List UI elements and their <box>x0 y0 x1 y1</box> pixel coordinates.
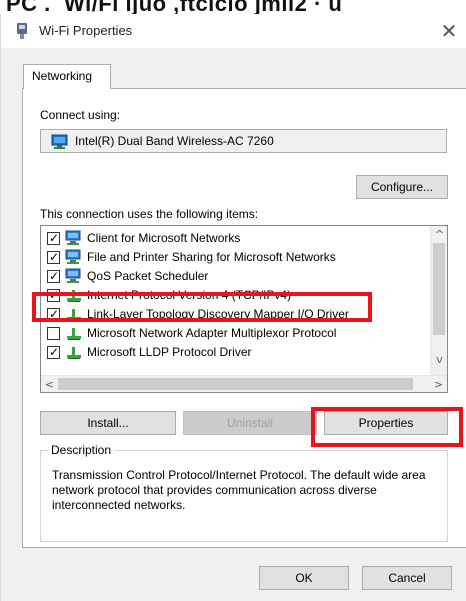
vertical-scrollbar[interactable]: ^ v <box>430 226 447 375</box>
adapter-field: Intel(R) Dual Band Wireless-AC 7260 <box>40 129 447 153</box>
list-item[interactable]: ✓ Client for Microsoft Networks <box>43 229 435 248</box>
vertical-scroll-thumb[interactable] <box>433 243 445 335</box>
protocol-icon <box>67 347 81 359</box>
item-label: Microsoft LLDP Protocol Driver <box>87 345 252 359</box>
item-label: File and Printer Sharing for Microsoft N… <box>87 250 336 264</box>
item-checkbox[interactable]: ✓ <box>47 231 60 245</box>
item-checkbox[interactable]: ✓ <box>47 250 60 264</box>
protocol-icon <box>67 290 81 302</box>
ok-button[interactable]: OK <box>259 566 349 590</box>
item-label: Link-Layer Topology Discovery Mapper I/O… <box>87 307 349 321</box>
list-item[interactable]: Microsoft Network Adapter Multiplexor Pr… <box>43 324 435 343</box>
description-group: Description Transmission Control Protoco… <box>40 443 448 542</box>
network-adapter-icon <box>17 23 27 39</box>
cropped-header-text: PC . Wi/Fi ljuo ,ftcicio jmli2 · u <box>0 0 466 14</box>
items-list-label: This connection uses the following items… <box>40 207 259 221</box>
uninstall-button[interactable]: Uninstall <box>183 411 317 435</box>
install-button[interactable]: Install... <box>40 411 176 435</box>
item-checkbox[interactable]: ✓ <box>47 307 60 321</box>
description-text: Transmission Control Protocol/Internet P… <box>52 468 426 512</box>
window-title: Wi-Fi Properties <box>39 23 133 38</box>
item-label: Internet Protocol Version 4 (TCP/IPv4) <box>87 288 292 302</box>
configure-button[interactable]: Configure... <box>356 175 448 199</box>
scroll-left-icon[interactable]: < <box>41 376 58 392</box>
item-label: Client for Microsoft Networks <box>87 231 241 245</box>
list-item[interactable]: ✓ File and Printer Sharing for Microsoft… <box>43 248 435 267</box>
protocol-icon <box>67 328 81 340</box>
description-title: Description <box>48 443 115 457</box>
connection-items-list[interactable]: ✓ Client for Microsoft Networks ✓ File a… <box>40 225 448 393</box>
item-label: Microsoft Network Adapter Multiplexor Pr… <box>87 326 337 340</box>
list-item[interactable]: ✓ Microsoft LLDP Protocol Driver <box>43 343 435 362</box>
list-item[interactable]: ✓ QoS Packet Scheduler <box>43 267 435 286</box>
scroll-up-icon[interactable]: ^ <box>431 226 447 243</box>
item-checkbox[interactable]: ✓ <box>47 269 60 283</box>
scroll-right-icon[interactable]: > <box>430 376 447 392</box>
horizontal-scroll-thumb[interactable] <box>58 378 413 390</box>
item-checkbox[interactable]: ✓ <box>47 288 60 302</box>
item-checkbox[interactable]: ✓ <box>47 345 60 359</box>
networking-panel: Connect using: Intel(R) Dual Band Wirele… <box>22 88 466 548</box>
connect-using-label: Connect using: <box>40 108 121 122</box>
close-icon[interactable]: ✕ <box>434 18 464 44</box>
qos-icon <box>65 268 81 283</box>
wifi-properties-dialog: Wi-Fi Properties ✕ Networking Connect us… <box>0 14 466 601</box>
adapter-name: Intel(R) Dual Band Wireless-AC 7260 <box>75 134 274 148</box>
tab-networking[interactable]: Networking <box>23 64 111 89</box>
protocol-icon <box>67 309 81 321</box>
item-label: QoS Packet Scheduler <box>87 269 209 283</box>
properties-button[interactable]: Properties <box>324 411 448 435</box>
list-item[interactable]: ✓ Link-Layer Topology Discovery Mapper I… <box>43 305 435 324</box>
title-bar: Wi-Fi Properties ✕ <box>1 14 466 48</box>
list-item-selected[interactable]: ✓ Internet Protocol Version 4 (TCP/IPv4) <box>43 286 435 305</box>
network-adapter-icon <box>51 134 68 149</box>
item-checkbox[interactable] <box>47 327 60 340</box>
horizontal-scrollbar[interactable]: < > <box>41 375 447 392</box>
file-printer-sharing-icon <box>65 249 81 264</box>
client-icon <box>65 230 81 245</box>
cancel-button[interactable]: Cancel <box>362 566 452 590</box>
scroll-down-icon[interactable]: v <box>431 351 447 368</box>
